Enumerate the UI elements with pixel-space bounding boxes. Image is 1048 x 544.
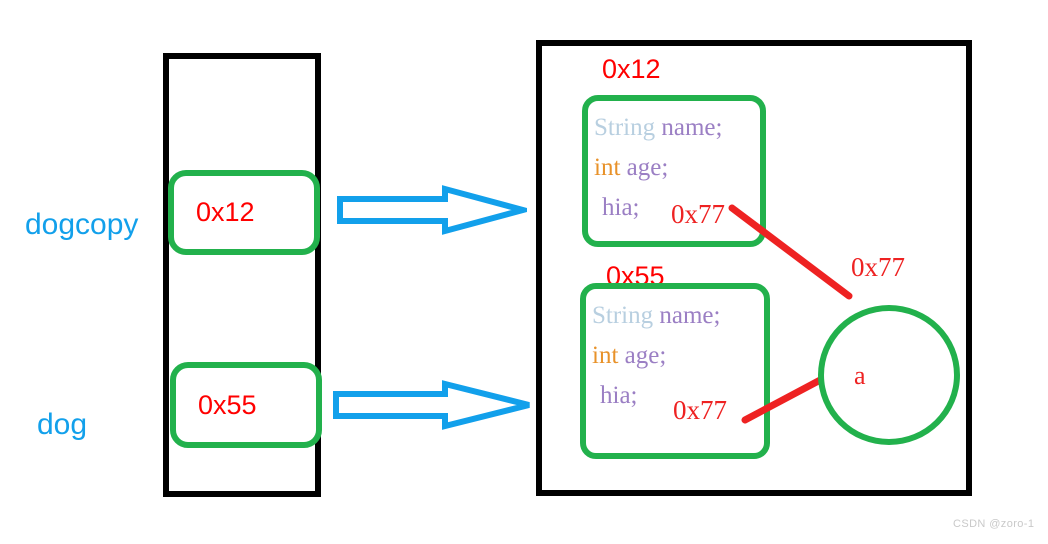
field-type-string: String <box>594 114 656 141</box>
inner-pointer-value-box2: 0x77 <box>673 395 727 425</box>
diagram-canvas: dogcopy dog 0x12 0x55 0x12 0x55 String n… <box>0 0 1048 544</box>
reference-value-dogcopy: 0x12 <box>196 197 255 227</box>
field-name-hia: hia; <box>600 382 638 409</box>
heap-object-address-0x12: 0x12 <box>602 54 661 84</box>
field-line-1: String name; <box>592 303 720 328</box>
field-line-2: int age; <box>592 343 666 368</box>
field-name-name: name; <box>659 302 721 329</box>
field-line-3: hia; <box>600 383 638 408</box>
shared-object-content: a <box>854 361 866 390</box>
variable-label-dogcopy: dogcopy <box>25 208 139 241</box>
reference-value-dog: 0x55 <box>198 389 257 420</box>
block-arrow-right-icon-dogcopy <box>337 185 527 235</box>
field-line-2: int age; <box>594 155 668 180</box>
reference-cell-dogcopy[interactable]: 0x12 <box>168 170 320 255</box>
variable-label-dog: dog <box>37 408 88 441</box>
field-type-string: String <box>592 302 654 329</box>
shared-object-circle[interactable]: a <box>818 305 960 445</box>
watermark: CSDN @zoro-1 <box>953 518 1035 530</box>
connector-line-box1-to-circle <box>728 204 853 300</box>
field-type-int: int <box>592 342 619 369</box>
block-arrow-right-icon-dog <box>333 380 530 430</box>
field-name-age: age; <box>624 342 667 369</box>
reference-cell-dog[interactable]: 0x55 <box>170 362 322 448</box>
shared-object-address-label: 0x77 <box>851 252 905 282</box>
field-line-1: String name; <box>594 115 722 140</box>
field-name-name: name; <box>661 114 723 141</box>
field-name-age: age; <box>626 154 669 181</box>
field-type-int: int <box>594 154 621 181</box>
field-line-3: hia; <box>602 195 640 220</box>
inner-pointer-value-box1: 0x77 <box>671 199 725 229</box>
field-name-hia: hia; <box>602 194 640 221</box>
